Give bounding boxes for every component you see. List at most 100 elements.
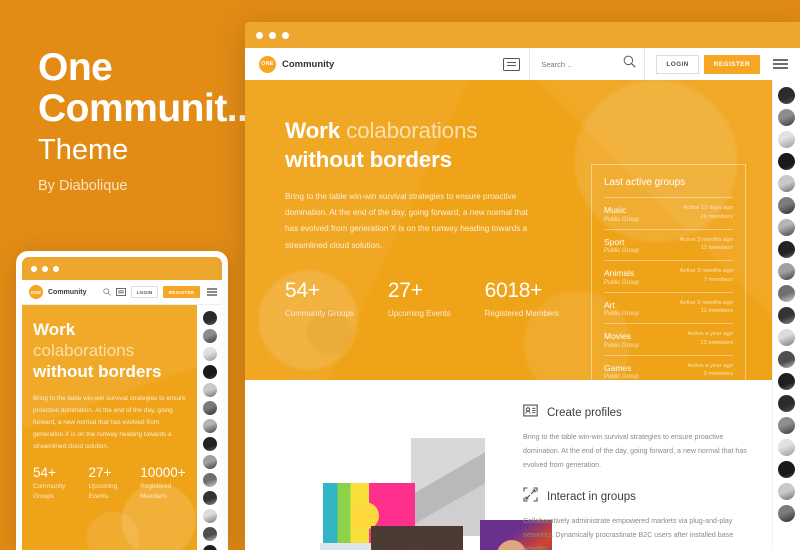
avatar[interactable] [202, 311, 217, 325]
feature-title: Create profiles [547, 407, 622, 419]
promo-author: By Diabolique [38, 178, 128, 194]
photo-collage [320, 438, 552, 550]
group-row[interactable]: Games Public Group Active a year ago 3 memb… [604, 354, 733, 380]
logo-text[interactable]: Community [282, 59, 334, 70]
lower-section: Create profiles Bring to the table win-wi… [245, 380, 772, 550]
hero-paragraph: Bring to the table win-win survival stra… [285, 191, 528, 250]
avatar[interactable] [778, 197, 795, 214]
heading-muted: colaborations [346, 118, 478, 143]
avatar[interactable] [778, 461, 795, 478]
search-input[interactable] [541, 59, 604, 69]
promo-title: One Communit.. [38, 46, 248, 131]
avatar[interactable] [202, 419, 217, 433]
avatar[interactable] [202, 509, 217, 523]
group-info: Animals Public Group [604, 268, 639, 286]
group-active-time: Active 13 days ago [683, 205, 733, 211]
avatar[interactable] [778, 87, 795, 104]
window-minimize-dot[interactable] [42, 265, 48, 272]
avatar[interactable] [778, 241, 795, 258]
avatar[interactable] [778, 395, 795, 412]
avatar[interactable] [778, 263, 795, 280]
group-meta: Active a year ago 3 members [687, 363, 733, 378]
hamburger-icon[interactable] [207, 288, 217, 296]
group-row[interactable]: Animals Public Group Active 3 months ago 7 … [604, 260, 733, 292]
feed-icon[interactable] [503, 57, 521, 71]
avatar[interactable] [778, 219, 795, 236]
hero-section: Work colaborations without borders Bring… [245, 80, 772, 380]
avatar[interactable] [202, 383, 217, 397]
group-row[interactable]: Movies Public Group Active a year ago 13 me… [604, 323, 733, 355]
window-close-dot[interactable] [256, 31, 263, 39]
group-type: Public Group [604, 279, 639, 286]
logo-badge[interactable]: ONE [29, 285, 43, 299]
group-row[interactable]: Sport Public Group Active 2 months ago 11 m… [604, 228, 733, 261]
tablet-hero-paragraph: Bring to the table win-win survival stra… [33, 395, 186, 450]
group-type: Public Group [604, 342, 639, 349]
avatar[interactable] [778, 483, 795, 500]
heading-muted: colaborations [33, 341, 135, 361]
group-name: Sport [604, 236, 625, 247]
browser-avatar-rail[interactable] [772, 80, 800, 550]
avatar[interactable] [778, 285, 795, 302]
heading-line2: without borders [285, 146, 452, 172]
group-active-time: Active 9 months ago [679, 299, 733, 306]
avatar[interactable] [202, 329, 217, 343]
avatar[interactable] [202, 527, 217, 541]
group-row[interactable]: Music Public Group Active 13 days ago 19 me… [604, 197, 733, 229]
groups-card-title: Last active groups [604, 177, 686, 188]
profile-card-icon [523, 403, 538, 423]
avatar[interactable] [202, 437, 217, 451]
search-area [529, 48, 646, 80]
stat-label: Upcoming Events [387, 309, 451, 319]
avatar[interactable] [202, 401, 217, 415]
window-maximize-dot[interactable] [282, 31, 289, 39]
avatar[interactable] [202, 545, 217, 550]
avatar[interactable] [778, 131, 795, 148]
hamburger-icon[interactable] [773, 58, 788, 70]
avatar[interactable] [778, 329, 795, 346]
window-maximize-dot[interactable] [53, 265, 59, 272]
avatar[interactable] [778, 505, 795, 522]
group-name: Movies [604, 331, 631, 341]
logo-badge[interactable]: ONE [259, 55, 276, 73]
feature-item: Create profiles Bring to the table win-wi… [523, 403, 755, 472]
window-minimize-dot[interactable] [269, 31, 276, 39]
group-meta: Active 2 months ago 11 members [680, 237, 733, 252]
register-button[interactable]: REGISTER [703, 54, 760, 74]
register-button[interactable]: REGISTER [163, 286, 200, 298]
avatar[interactable] [202, 347, 217, 361]
avatar[interactable] [778, 153, 795, 170]
group-active-time: Active 2 months ago [679, 236, 733, 243]
avatar[interactable] [778, 373, 795, 390]
group-member-count: 13 members [700, 339, 733, 346]
browser-window: ONE Community LOGIN REGISTER Work colabo… [245, 22, 800, 550]
tablet-avatar-rail[interactable] [197, 305, 222, 550]
window-close-dot[interactable] [31, 265, 37, 272]
tablet-mockup: ONE Community LOGIN REGISTER Work colabo… [16, 251, 228, 550]
avatar[interactable] [202, 455, 217, 469]
group-meta: Active 9 months ago 11 members [680, 300, 733, 315]
stat-label: Registered Members [140, 483, 172, 500]
avatar[interactable] [778, 307, 795, 324]
avatar[interactable] [778, 175, 795, 192]
avatar[interactable] [202, 491, 217, 505]
feed-icon[interactable] [116, 288, 127, 296]
avatar[interactable] [202, 473, 217, 487]
group-active-time: Active 3 months ago [679, 268, 733, 274]
features-list: Create profiles Bring to the table win-wi… [523, 403, 755, 550]
stat-number: 54+ [285, 279, 320, 303]
avatar[interactable] [202, 365, 217, 379]
search-icon[interactable] [623, 55, 636, 73]
login-button[interactable]: LOGIN [131, 286, 159, 298]
search-icon[interactable] [103, 288, 111, 296]
logo-text[interactable]: Community [48, 289, 87, 296]
avatar[interactable] [778, 109, 795, 126]
login-button[interactable]: LOGIN [656, 54, 699, 74]
expand-arrows-icon [523, 487, 538, 507]
avatar[interactable] [778, 417, 795, 434]
group-row[interactable]: Art Public Group Active 9 months ago 11 mem… [604, 291, 733, 324]
avatar[interactable] [778, 439, 795, 456]
site-navbar: ONE Community LOGIN REGISTER [245, 48, 800, 80]
avatar[interactable] [778, 351, 795, 368]
group-active-time: Active a year ago [687, 362, 733, 369]
